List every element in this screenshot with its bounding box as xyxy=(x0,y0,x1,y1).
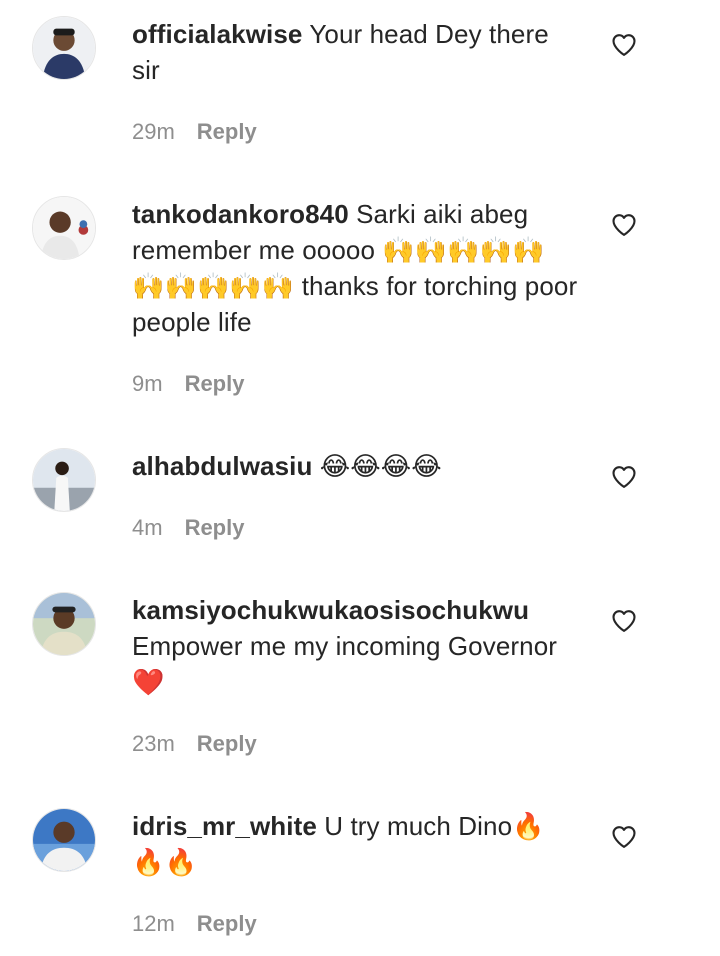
avatar-image xyxy=(33,449,95,511)
comment-item: officialakwise Your head Dey there sir 2… xyxy=(0,0,720,170)
like-button[interactable] xyxy=(610,463,638,491)
avatar-image xyxy=(33,17,95,79)
comment-item: tankodankoro840 Sarki aiki abeg remember… xyxy=(0,180,720,420)
comment-time: 29m xyxy=(132,119,175,144)
comment-body: idris_mr_white U try much Dino🔥 🔥🔥 xyxy=(132,808,582,880)
comment-meta: 12m Reply xyxy=(132,910,257,938)
comment-meta: 4m Reply xyxy=(132,514,244,542)
reply-button[interactable]: Reply xyxy=(185,515,245,540)
comment-item: alhabdulwasiu 😂😂😂😂 4m Reply xyxy=(0,432,720,562)
like-button[interactable] xyxy=(610,211,638,239)
reply-button[interactable]: Reply xyxy=(185,371,245,396)
like-button[interactable] xyxy=(610,31,638,59)
comment-body: tankodankoro840 Sarki aiki abeg remember… xyxy=(132,196,582,340)
heart-outline-icon xyxy=(612,610,636,632)
comment-meta: 9m Reply xyxy=(132,370,244,398)
avatar-image xyxy=(33,593,95,655)
comment-meta: 29m Reply xyxy=(132,118,257,146)
reply-button[interactable]: Reply xyxy=(197,119,257,144)
avatar[interactable] xyxy=(32,196,96,260)
comment-text: 😂😂😂😂 xyxy=(312,451,442,481)
avatar[interactable] xyxy=(32,16,96,80)
avatar[interactable] xyxy=(32,448,96,512)
comment-username[interactable]: tankodankoro840 xyxy=(132,199,349,229)
like-button[interactable] xyxy=(610,823,638,851)
heart-outline-icon xyxy=(612,826,636,848)
comment-time: 23m xyxy=(132,731,175,756)
comment-time: 12m xyxy=(132,911,175,936)
comment-username[interactable]: idris_mr_white xyxy=(132,811,317,841)
avatar[interactable] xyxy=(32,592,96,656)
comment-item: idris_mr_white U try much Dino🔥 🔥🔥 12m Re… xyxy=(0,792,720,956)
comment-time: 9m xyxy=(132,371,163,396)
avatar[interactable] xyxy=(32,808,96,872)
avatar-image xyxy=(33,809,95,871)
comment-username[interactable]: kamsiyochukwukaosisochukwu xyxy=(132,595,529,625)
comment-username[interactable]: alhabdulwasiu xyxy=(132,451,312,481)
comment-text: Empower me my incoming Governor ❤️ xyxy=(132,631,558,697)
heart-outline-icon xyxy=(612,34,636,56)
comment-time: 4m xyxy=(132,515,163,540)
reply-button[interactable]: Reply xyxy=(197,731,257,756)
comment-item: kamsiyochukwukaosisochukwu Empower me my… xyxy=(0,576,720,776)
comment-body: kamsiyochukwukaosisochukwu Empower me my… xyxy=(132,592,582,700)
like-button[interactable] xyxy=(610,607,638,635)
reply-button[interactable]: Reply xyxy=(197,911,257,936)
heart-outline-icon xyxy=(612,214,636,236)
comment-body: alhabdulwasiu 😂😂😂😂 xyxy=(132,448,582,484)
comment-body: officialakwise Your head Dey there sir xyxy=(132,16,582,88)
heart-outline-icon xyxy=(612,466,636,488)
avatar-image xyxy=(33,197,95,259)
comment-username[interactable]: officialakwise xyxy=(132,19,302,49)
comment-meta: 23m Reply xyxy=(132,730,257,758)
